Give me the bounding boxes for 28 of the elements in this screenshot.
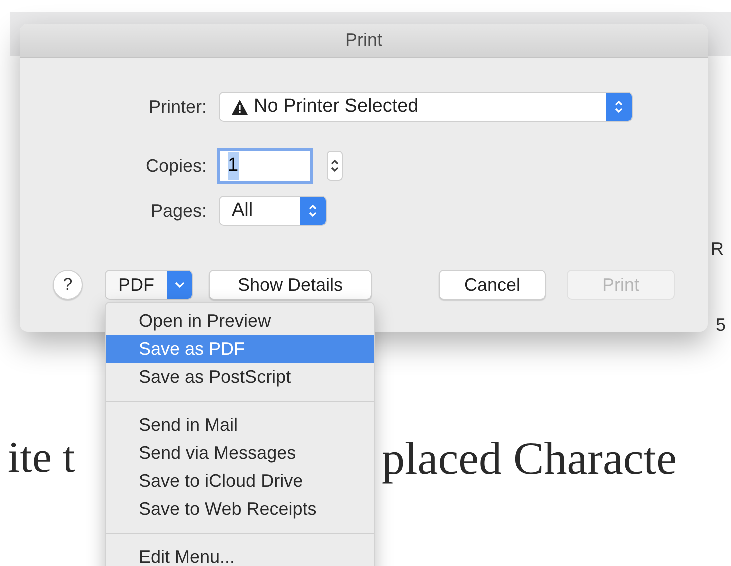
menu-item[interactable]: Send via Messages	[106, 439, 374, 467]
menu-item[interactable]: Edit Menu...	[106, 543, 374, 566]
menu-item[interactable]: Send in Mail	[106, 411, 374, 439]
updown-arrows-icon	[308, 203, 318, 219]
menu-item[interactable]: Save to iCloud Drive	[106, 467, 374, 495]
background-text: R	[711, 238, 724, 261]
copies-field[interactable]: 1	[217, 148, 313, 184]
field-label: Pages:	[150, 200, 207, 223]
field-label: Copies:	[144, 154, 207, 178]
field-label: Printer:	[148, 96, 207, 118]
help-button[interactable]: ?	[53, 270, 83, 300]
menu-item[interactable]: Open in Preview	[106, 307, 374, 335]
page-heading: ite t	[8, 436, 76, 480]
background-text: 5	[716, 314, 726, 337]
stepper-arrows-icon	[330, 158, 340, 174]
cancel-button[interactable]: Cancel	[439, 270, 546, 300]
updown-arrows-icon	[614, 99, 624, 115]
page-heading: placed Characte	[382, 436, 677, 482]
copies-stepper[interactable]	[327, 151, 343, 181]
menu-item[interactable]: Save as PostScript	[106, 363, 374, 391]
show-details-button[interactable]: Show Details	[209, 270, 372, 300]
printer-select[interactable]: No Printer Selected	[219, 92, 633, 122]
select-value: No Printer Selected	[254, 94, 419, 119]
pdf-menu-button[interactable]: PDF	[105, 270, 193, 300]
menu-item[interactable]: Save to Web Receipts	[106, 495, 374, 523]
chevron-down-icon	[174, 282, 184, 288]
pages-select[interactable]: All	[219, 196, 327, 226]
window-title: Print	[345, 29, 382, 52]
